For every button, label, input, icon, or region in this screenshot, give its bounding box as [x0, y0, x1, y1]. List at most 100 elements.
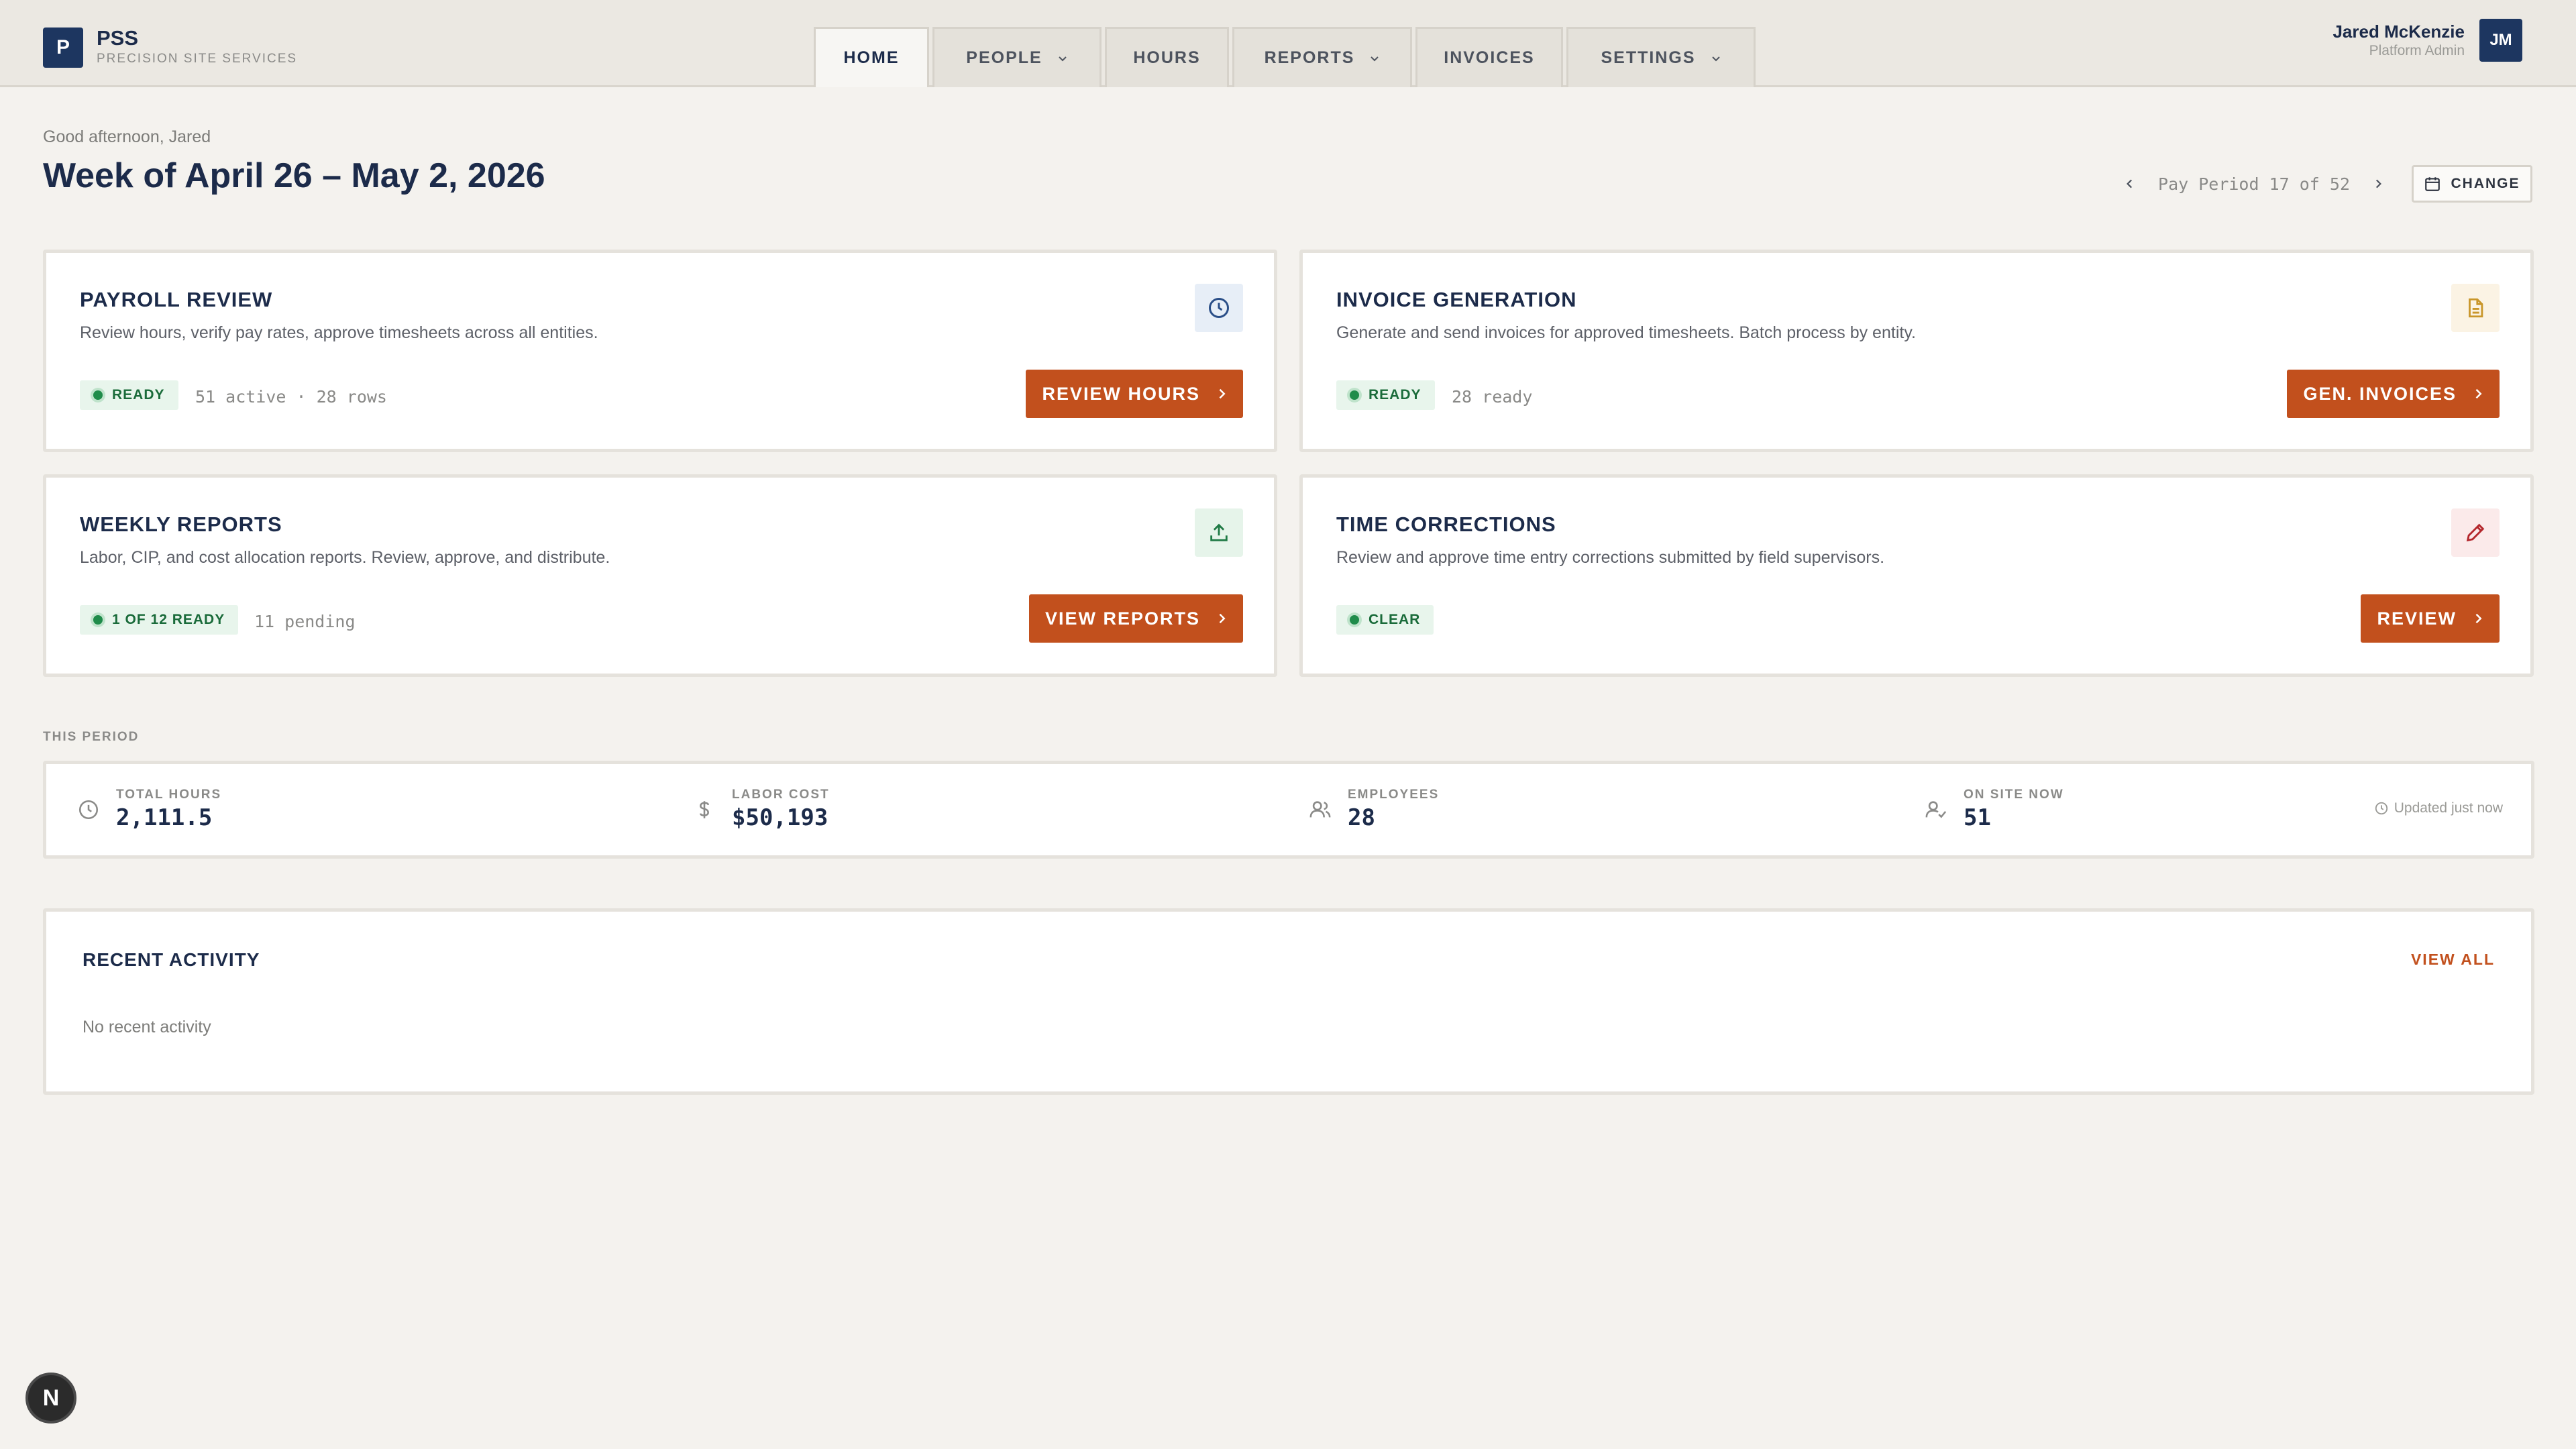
weekly-reports-card: WEEKLY REPORTS Labor, CIP, and cost allo… — [43, 474, 1277, 677]
review-hours-button[interactable]: REVIEW HOURS — [1026, 370, 1243, 418]
top-navigation-bar: P PSS PRECISION SITE SERVICES HOME PEOPL… — [0, 0, 2576, 87]
chevron-right-icon — [2375, 179, 2381, 189]
change-period-button[interactable]: CHANGE — [2412, 165, 2532, 203]
brand-name: PSS — [97, 26, 139, 50]
pay-period-label: Pay Period 17 of 52 — [2158, 174, 2350, 194]
status-badge-label: 1 OF 12 READY — [112, 612, 225, 627]
clock-icon — [2375, 802, 2387, 815]
tab-home[interactable]: HOME — [814, 27, 929, 87]
brand-subtitle: PRECISION SITE SERVICES — [97, 52, 298, 66]
brand[interactable]: P PSS PRECISION SITE SERVICES — [43, 27, 297, 68]
card-title: PAYROLL REVIEW — [80, 288, 273, 311]
dev-tools-letter: N — [42, 1385, 60, 1411]
tab-label: INVOICES — [1444, 48, 1535, 67]
button-label: GEN. INVOICES — [2303, 383, 2457, 404]
stat-label: TOTAL HOURS — [116, 788, 222, 802]
status-badge: READY — [1336, 380, 1435, 410]
status-badge-label: CLEAR — [1368, 612, 1421, 627]
tab-label: SETTINGS — [1601, 48, 1696, 67]
view-all-link[interactable]: VIEW ALL — [2411, 951, 2495, 969]
users-icon — [1309, 801, 1331, 818]
stat-value: 51 — [1964, 804, 1991, 831]
section-label: THIS PERIOD — [43, 730, 140, 744]
stat-total-hours: TOTAL HOURS 2,111.5 — [77, 764, 221, 855]
invoice-generation-card: INVOICE GENERATION Generate and send inv… — [1299, 250, 2534, 452]
clock-icon — [1195, 284, 1243, 332]
stat-value: 2,111.5 — [116, 804, 213, 831]
user-check-icon — [1925, 801, 1947, 818]
avatar[interactable]: JM — [2479, 19, 2522, 62]
stat-value: 28 — [1348, 804, 1375, 831]
stat-label: LABOR COST — [732, 788, 830, 802]
card-description: Generate and send invoices for approved … — [1336, 323, 1916, 342]
previous-period-button[interactable] — [2116, 170, 2143, 197]
button-label: REVIEW HOURS — [1042, 383, 1200, 404]
stat-labor-cost: LABOR COST $50,193 — [693, 764, 830, 855]
pay-period-selector: Pay Period 17 of 52 CHANGE — [2116, 165, 2532, 203]
card-title: TIME CORRECTIONS — [1336, 513, 1556, 536]
dollar-icon — [700, 801, 709, 818]
status-badge: CLEAR — [1336, 605, 1434, 635]
chevron-down-icon — [1371, 56, 1379, 61]
pencil-icon — [2451, 508, 2500, 557]
clock-icon — [78, 800, 99, 820]
change-label: CHANGE — [2451, 176, 2520, 191]
dev-tools-button[interactable]: N — [25, 1373, 76, 1424]
empty-state-text: No recent activity — [83, 1018, 211, 1036]
generate-invoices-button[interactable]: GEN. INVOICES — [2287, 370, 2500, 418]
recent-activity-panel: RECENT ACTIVITY VIEW ALL No recent activ… — [43, 908, 2534, 1095]
tab-label: PEOPLE — [966, 48, 1042, 67]
updated-label: Updated just now — [2394, 800, 2503, 816]
stat-label: EMPLOYEES — [1348, 788, 1440, 802]
card-description: Review hours, verify pay rates, approve … — [80, 323, 598, 342]
tab-label: HOURS — [1133, 48, 1201, 67]
card-title: WEEKLY REPORTS — [80, 513, 282, 536]
tab-label: REPORTS — [1264, 48, 1355, 67]
period-stats-panel: TOTAL HOURS 2,111.5 LABOR COST $50,193 E… — [43, 761, 2534, 859]
tab-reports[interactable]: REPORTS — [1232, 27, 1412, 87]
greeting: Good afternoon, Jared — [43, 127, 211, 146]
status-badge-label: READY — [1368, 387, 1421, 402]
payroll-review-card: PAYROLL REVIEW Review hours, verify pay … — [43, 250, 1277, 452]
status-badge: 1 OF 12 READY — [80, 605, 239, 635]
card-title: INVOICE GENERATION — [1336, 288, 1577, 311]
upload-icon — [1195, 508, 1243, 557]
time-corrections-card: TIME CORRECTIONS Review and approve time… — [1299, 474, 2534, 677]
card-meta: 51 active · 28 rows — [195, 387, 387, 407]
document-icon — [2451, 284, 2500, 332]
status-dot — [93, 390, 103, 400]
chevron-right-icon — [1219, 613, 1226, 624]
stat-label: ON SITE NOW — [1964, 788, 2064, 802]
status-badge-label: READY — [112, 387, 165, 402]
user-role: Platform Admin — [2369, 43, 2465, 58]
chevron-left-icon — [2127, 179, 2133, 189]
user-name: Jared McKenzie — [2332, 21, 2465, 42]
tab-hours[interactable]: HOURS — [1105, 27, 1229, 87]
brand-logo: P — [43, 28, 83, 68]
status-dot — [1350, 615, 1359, 625]
card-meta: 28 ready — [1452, 387, 1533, 407]
chevron-right-icon — [1219, 388, 1226, 399]
updated-timestamp: Updated just now — [2374, 800, 2503, 816]
stat-value: $50,193 — [732, 804, 828, 831]
stat-on-site-now: ON SITE NOW 51 — [1925, 764, 2064, 855]
view-reports-button[interactable]: VIEW REPORTS — [1028, 594, 1243, 643]
calendar-icon — [2425, 177, 2440, 191]
tab-invoices[interactable]: INVOICES — [1415, 27, 1563, 87]
review-corrections-button[interactable]: REVIEW — [2361, 594, 2500, 643]
panel-title: RECENT ACTIVITY — [83, 949, 260, 970]
tab-people[interactable]: PEOPLE — [932, 27, 1102, 87]
chevron-right-icon — [2475, 613, 2482, 624]
main-tabs: HOME PEOPLE HOURS REPORTS INVOICES SETTI… — [814, 27, 1759, 87]
card-description: Labor, CIP, and cost allocation reports.… — [80, 548, 610, 567]
user-menu[interactable]: Jared McKenzie Platform Admin JM — [2332, 19, 2522, 62]
button-label: REVIEW — [2377, 608, 2457, 629]
chevron-right-icon — [2475, 388, 2482, 399]
tab-settings[interactable]: SETTINGS — [1566, 27, 1756, 87]
chevron-down-icon — [1058, 56, 1067, 61]
next-period-button[interactable] — [2365, 170, 2392, 197]
status-dot — [93, 615, 103, 625]
card-description: Review and approve time entry correction… — [1336, 548, 1885, 567]
status-dot — [1350, 390, 1359, 400]
stat-employees: EMPLOYEES 28 — [1309, 764, 1439, 855]
